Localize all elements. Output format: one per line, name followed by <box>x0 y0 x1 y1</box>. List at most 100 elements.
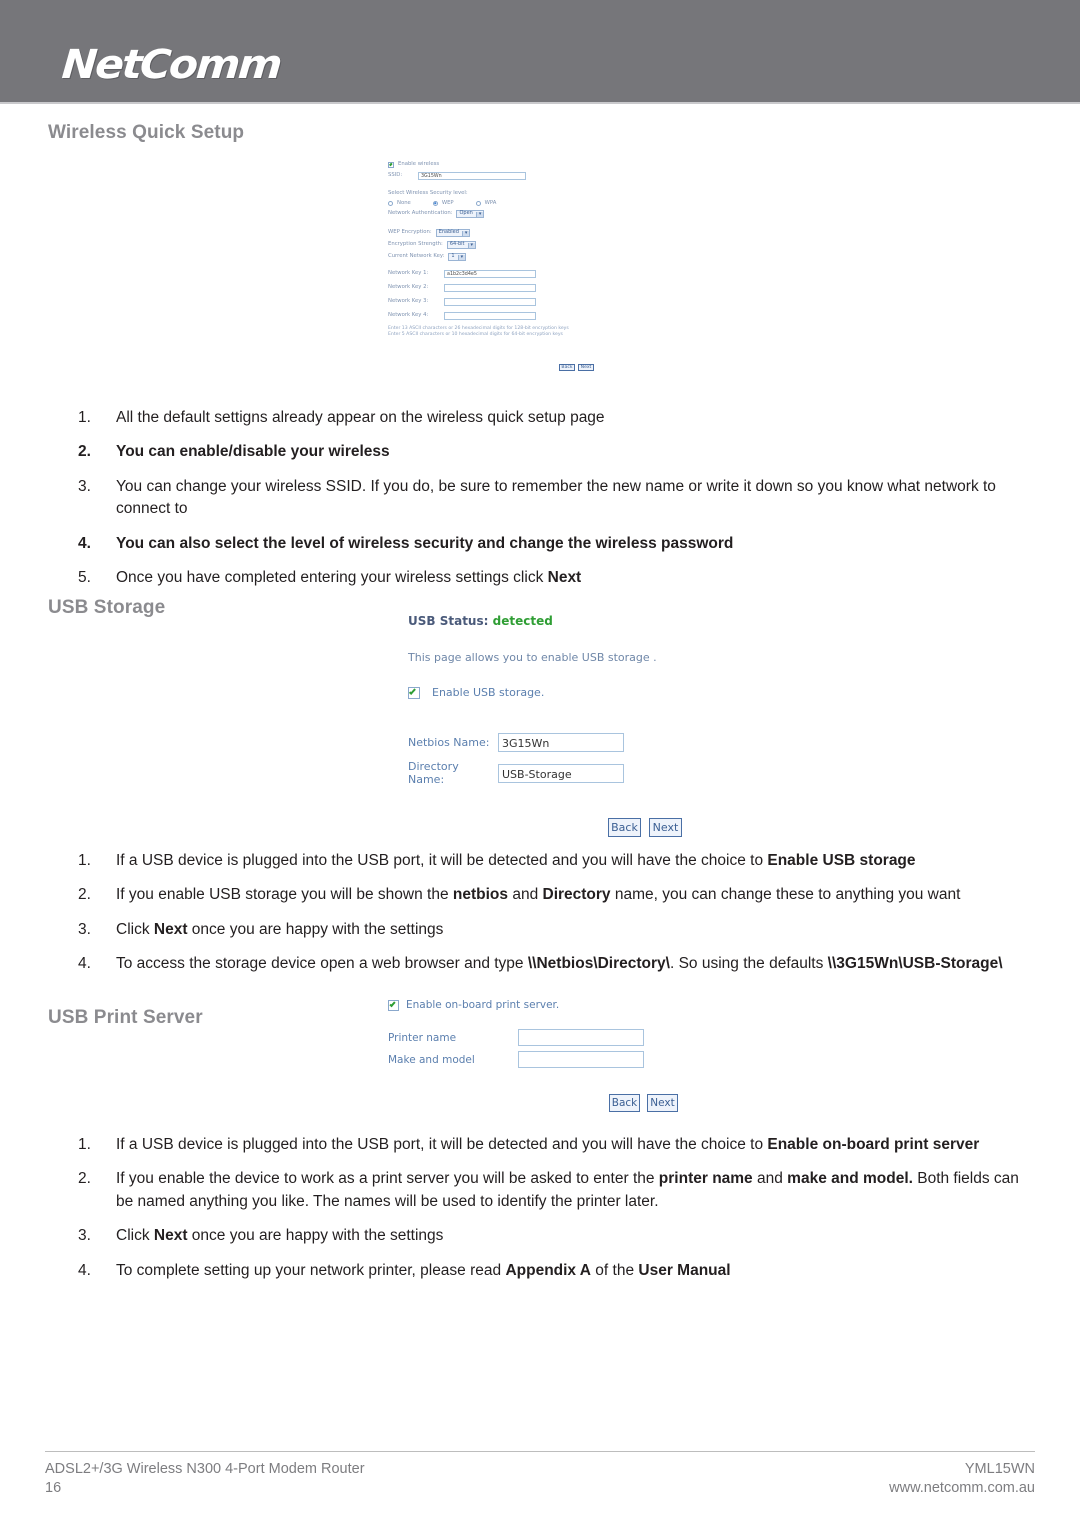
enable-usb-storage-checkbox[interactable] <box>408 686 420 699</box>
list-item-text: You can enable/disable your wireless <box>116 443 390 461</box>
list-item: 2. You can enable/disable your wireless <box>60 441 1025 463</box>
page-header-band: NetComm <box>0 0 1080 104</box>
list-item-text: To access the storage device open a web … <box>116 955 1003 973</box>
network-key-4-row: Network Key 4: <box>388 312 608 321</box>
wep-encryption-label: WEP Encryption: <box>388 229 432 236</box>
ssid-label: SSID: <box>388 172 403 179</box>
list-item: 3. Click Next once you are happy with the… <box>60 1225 1025 1247</box>
list-item-number: 3. <box>78 477 91 495</box>
enable-wireless-row: Enable wireless <box>388 162 608 168</box>
enable-wireless-label: Enable wireless <box>398 161 440 168</box>
wireless-section-heading-wrap: Wireless Quick Setup <box>48 122 244 144</box>
list-item-number: 3. <box>78 920 91 938</box>
wep-encryption-row: WEP Encryption: Enabled ▾ <box>388 229 608 238</box>
encryption-strength-select[interactable]: 64-bit ▾ <box>446 241 477 250</box>
ssid-row: SSID: 3G15Wn <box>388 172 608 180</box>
usb-storage-description: This page allows you to enable USB stora… <box>408 651 657 664</box>
network-key-3-label: Network Key 3: <box>388 298 429 305</box>
security-wpa-label: WPA <box>484 199 497 206</box>
usb-storage-next-button[interactable]: Next <box>649 818 682 837</box>
wireless-button-row: Back Next <box>388 364 608 372</box>
chevron-down-icon: ▾ <box>475 211 484 217</box>
list-item: 2. If you enable the device to work as a … <box>60 1168 1025 1213</box>
printer-name-input[interactable] <box>518 1029 644 1046</box>
chevron-down-icon: ▾ <box>467 242 476 248</box>
network-auth-select[interactable]: Open ▾ <box>456 210 485 219</box>
list-item: 3. Click Next once you are happy with the… <box>60 919 1025 941</box>
make-and-model-input[interactable] <box>518 1051 644 1068</box>
network-key-3-input[interactable] <box>444 298 536 307</box>
current-network-key-label: Current Network Key: <box>388 253 445 260</box>
usb-print-section-heading-wrap: USB Print Server <box>48 1007 203 1029</box>
wireless-quick-setup-heading: Wireless Quick Setup <box>48 122 245 143</box>
make-and-model-row: Make and model <box>388 1051 688 1068</box>
footer-right: YML15WN www.netcomm.com.au <box>889 1460 1035 1499</box>
usb-storage-steps-list: 1. If a USB device is plugged into the US… <box>60 850 1025 988</box>
usb-print-steps-list: 1. If a USB device is plugged into the US… <box>60 1134 1025 1294</box>
network-key-2-label: Network Key 2: <box>388 284 429 291</box>
list-item-number: 2. <box>78 443 91 461</box>
list-item-number: 5. <box>78 569 91 587</box>
list-item-text: Click Next once you are happy with the s… <box>116 920 444 938</box>
list-item-text: You can change your wireless SSID. If yo… <box>116 477 996 518</box>
usb-print-server-screenshot: Enable on-board print server. Printer na… <box>388 999 688 1112</box>
usb-print-next-button[interactable]: Next <box>647 1094 678 1112</box>
footer-left: ADSL2+/3G Wireless N300 4-Port Modem Rou… <box>45 1460 365 1499</box>
netbios-name-input[interactable]: 3G15Wn <box>498 733 624 752</box>
list-item-text: If a USB device is plugged into the USB … <box>116 852 916 869</box>
chevron-down-icon: ▾ <box>457 254 466 260</box>
header-divider <box>0 102 1080 104</box>
footer-doc-code: YML15WN <box>964 1460 1035 1477</box>
wep-encryption-value: Enabled <box>438 229 459 236</box>
footer-website[interactable]: www.netcomm.com.au <box>889 1479 1035 1499</box>
list-item-number: 2. <box>78 886 91 904</box>
wep-encryption-select[interactable]: Enabled ▾ <box>435 229 471 238</box>
list-item-number: 4. <box>78 1261 91 1279</box>
security-level-label: Select Wireless Security level: <box>388 190 468 196</box>
current-network-key-select[interactable]: 1 ▾ <box>448 253 467 262</box>
usb-storage-section-heading-wrap: USB Storage <box>48 597 165 619</box>
usb-status-label: USB Status: <box>408 614 489 628</box>
directory-name-label: Directory Name: <box>408 760 459 786</box>
usb-print-back-button[interactable]: Back <box>609 1094 640 1112</box>
encryption-strength-label: Encryption Strength: <box>388 241 443 248</box>
netbios-name-label: Netbios Name: <box>408 736 490 749</box>
list-item: 4. You can also select the level of wirel… <box>60 533 1025 555</box>
security-wep-radio[interactable] <box>432 200 438 206</box>
encryption-strength-value: 64-bit <box>449 241 465 248</box>
chevron-down-icon: ▾ <box>461 230 470 236</box>
usb-storage-back-button[interactable]: Back <box>608 818 641 837</box>
network-key-4-input[interactable] <box>444 312 536 321</box>
network-key-2-row: Network Key 2: <box>388 284 608 293</box>
network-key-1-input[interactable]: a1b2c3d4e5 <box>444 270 536 279</box>
enable-print-server-checkbox[interactable] <box>388 999 399 1011</box>
list-item-number: 1. <box>78 1136 91 1153</box>
encryption-hint-64bit: Enter 5 ASCII characters or 10 hexadecim… <box>388 332 563 338</box>
directory-name-input[interactable]: USB-Storage <box>498 763 624 783</box>
usb-storage-button-row: Back Next <box>408 818 688 837</box>
wireless-settings-screenshot: Enable wireless SSID: 3G15Wn Select Wire… <box>388 162 608 372</box>
footer-product-name: ADSL2+/3G Wireless N300 4-Port Modem Rou… <box>45 1460 365 1477</box>
wireless-next-button[interactable]: Next <box>578 364 594 372</box>
list-item-text: If you enable the device to work as a pr… <box>116 1170 1019 1210</box>
list-item-number: 2. <box>78 1170 91 1188</box>
network-auth-label: Network Authentication: <box>388 210 453 217</box>
encryption-strength-row: Encryption Strength: 64-bit ▾ <box>388 241 608 250</box>
list-item-number: 1. <box>78 409 91 426</box>
security-none-label: None <box>397 199 411 206</box>
make-and-model-label: Make and model <box>388 1053 475 1066</box>
list-item: 5. Once you have completed entering your … <box>60 567 1025 589</box>
network-key-2-input[interactable] <box>444 284 536 293</box>
security-wpa-radio[interactable] <box>475 200 481 206</box>
usb-print-server-heading: USB Print Server <box>48 1007 203 1028</box>
netcomm-logo: NetComm <box>60 42 282 88</box>
enable-wireless-checkbox[interactable] <box>388 162 394 168</box>
printer-name-row: Printer name <box>388 1029 688 1046</box>
usb-print-button-row: Back Next <box>388 1094 688 1112</box>
list-item-number: 3. <box>78 1227 91 1245</box>
ssid-input[interactable]: 3G15Wn <box>418 172 526 180</box>
list-item-number: 4. <box>78 955 91 973</box>
security-none-radio[interactable] <box>388 200 393 206</box>
wireless-back-button[interactable]: Back <box>559 364 575 372</box>
netbios-name-row: Netbios Name: 3G15Wn <box>408 733 688 752</box>
